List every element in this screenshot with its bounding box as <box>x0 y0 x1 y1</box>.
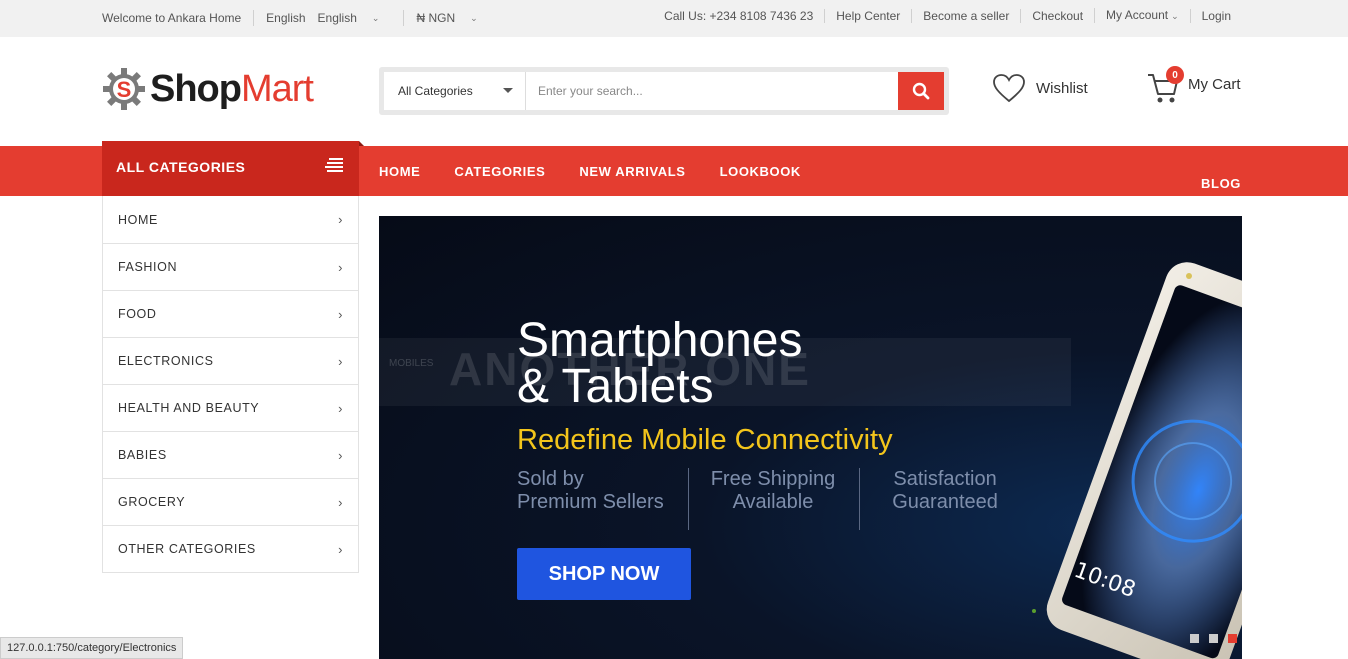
flag-icon: English <box>266 11 306 25</box>
header: S ShopMart All Categories Wishlist <box>0 37 1348 146</box>
sidebar-item-health-and-beauty[interactable]: HEALTH AND BEAUTY › <box>103 384 358 431</box>
all-categories-label: ALL CATEGORIES <box>116 159 246 175</box>
search-bar: All Categories <box>379 67 949 115</box>
language-label: English <box>317 11 357 25</box>
banner-features: Sold by Premium Sellers Free Shipping Avai… <box>517 468 1022 530</box>
my-account-link[interactable]: My Account ⌄ <box>1094 8 1190 23</box>
nav-categories[interactable]: CATEGORIES <box>454 164 545 179</box>
svg-text:S: S <box>117 77 132 102</box>
chevron-right-icon: › <box>338 306 343 322</box>
search-input[interactable] <box>526 72 898 110</box>
slider-dot[interactable] <box>1190 634 1199 643</box>
nav-lookbook[interactable]: LOOKBOOK <box>720 164 801 179</box>
sidebar-item-label: GROCERY <box>118 495 186 509</box>
nav-new-arrivals[interactable]: NEW ARRIVALS <box>579 164 685 179</box>
banner-subtitle: Redefine Mobile Connectivity <box>517 424 893 456</box>
divider <box>253 10 255 26</box>
language-selector[interactable]: English English ⌄ <box>266 11 391 25</box>
welcome-text: Welcome to Ankara Home <box>102 11 242 25</box>
sidebar-item-label: FASHION <box>118 260 178 274</box>
chevron-right-icon: › <box>338 353 343 369</box>
nav-links: HOME CATEGORIES NEW ARRIVALS LOOKBOOK <box>379 164 835 179</box>
category-select[interactable]: All Categories <box>384 72 526 110</box>
logo[interactable]: S ShopMart <box>102 67 314 111</box>
currency-selector[interactable]: ₦ NGN ⌄ <box>416 11 489 25</box>
category-select-label: All Categories <box>398 84 473 98</box>
my-account-label: My Account <box>1106 8 1169 22</box>
sidebar-item-label: HEALTH AND BEAUTY <box>118 401 260 415</box>
nav-home[interactable]: HOME <box>379 164 420 179</box>
sidebar-item-electronics[interactable]: ELECTRONICS › <box>103 337 358 384</box>
sidebar-item-home[interactable]: HOME › <box>103 196 358 243</box>
heart-icon <box>993 74 1025 103</box>
gear-logo-icon: S <box>102 67 146 111</box>
search-button[interactable] <box>898 72 944 110</box>
slider-dot-active[interactable] <box>1228 634 1237 643</box>
sidebar-item-grocery[interactable]: GROCERY › <box>103 478 358 525</box>
shop-now-button[interactable]: SHOP NOW <box>517 548 691 600</box>
sidebar-item-fashion[interactable]: FASHION › <box>103 243 358 290</box>
top-bar-left: Welcome to Ankara Home English English ⌄… <box>102 10 502 26</box>
feature-item: Sold by Premium Sellers <box>517 468 689 530</box>
top-bar-links: Call Us: +234 8108 7436 23 Help Center B… <box>653 8 1242 23</box>
help-center-link[interactable]: Help Center <box>824 8 911 23</box>
chevron-down-icon: ⌄ <box>371 12 380 23</box>
nav-blog[interactable]: BLOG <box>1201 176 1241 191</box>
slider-dots <box>1180 634 1237 643</box>
slider-dot[interactable] <box>1209 634 1218 643</box>
menu-icon <box>325 158 343 172</box>
cart-label: My Cart <box>1188 75 1241 93</box>
search-icon <box>912 82 930 100</box>
wishlist-link[interactable]: Wishlist <box>992 73 1088 103</box>
chevron-down-icon: ⌄ <box>470 12 478 23</box>
decorative-notch <box>359 141 364 146</box>
cart-count-badge: 0 <box>1166 66 1184 84</box>
divider <box>403 10 405 26</box>
hero-banner[interactable]: MOBILES ANOTHER ONE Smartphones & Tablets… <box>379 216 1242 659</box>
login-link[interactable]: Login <box>1189 8 1242 23</box>
currency-label: ₦ NGN <box>416 11 456 25</box>
chevron-down-icon: ⌄ <box>1171 11 1179 21</box>
chevron-right-icon: › <box>338 494 343 510</box>
sidebar-item-label: ELECTRONICS <box>118 354 214 368</box>
sidebar-item-babies[interactable]: BABIES › <box>103 431 358 478</box>
sidebar-item-label: BABIES <box>118 448 167 462</box>
sidebar-item-food[interactable]: FOOD › <box>103 290 358 337</box>
sidebar-item-label: OTHER CATEGORIES <box>118 542 256 556</box>
chevron-right-icon: › <box>338 400 343 416</box>
all-categories-button[interactable]: ALL CATEGORIES <box>102 141 364 196</box>
chevron-right-icon: › <box>338 259 343 275</box>
sidebar-item-label: HOME <box>118 212 158 227</box>
sidebar-item-other-categories[interactable]: OTHER CATEGORIES › <box>103 525 358 572</box>
sidebar-item-label: FOOD <box>118 307 157 321</box>
category-sidebar: HOME › FASHION › FOOD › ELECTRONICS › HEALTH… <box>102 196 359 573</box>
wishlist-label: Wishlist <box>1036 79 1088 97</box>
brand-name: ShopMart <box>150 67 314 110</box>
checkout-link[interactable]: Checkout <box>1020 8 1094 23</box>
banner-title-line2: & Tablets <box>517 360 714 413</box>
main-nav: ALL CATEGORIES HOME CATEGORIES NEW ARRIV… <box>0 141 1348 196</box>
browser-status-url: 127.0.0.1:750/category/Electronics <box>0 637 184 659</box>
banner-title: Smartphones & Tablets <box>517 317 803 413</box>
become-seller-link[interactable]: Become a seller <box>911 8 1020 23</box>
chevron-right-icon: › <box>338 541 343 557</box>
top-bar: Welcome to Ankara Home English English ⌄… <box>0 0 1348 37</box>
chevron-right-icon: › <box>338 212 343 227</box>
caret-down-icon <box>503 88 513 93</box>
call-us-link[interactable]: Call Us: +234 8108 7436 23 <box>653 9 824 23</box>
chevron-right-icon: › <box>338 447 343 463</box>
ghost-caption-small: MOBILES <box>389 358 434 369</box>
cart-link[interactable]: 0 My Cart <box>1146 66 1241 105</box>
feature-item: Satisfaction Guaranteed <box>892 468 998 513</box>
feature-item: Free Shipping Available <box>711 468 861 530</box>
